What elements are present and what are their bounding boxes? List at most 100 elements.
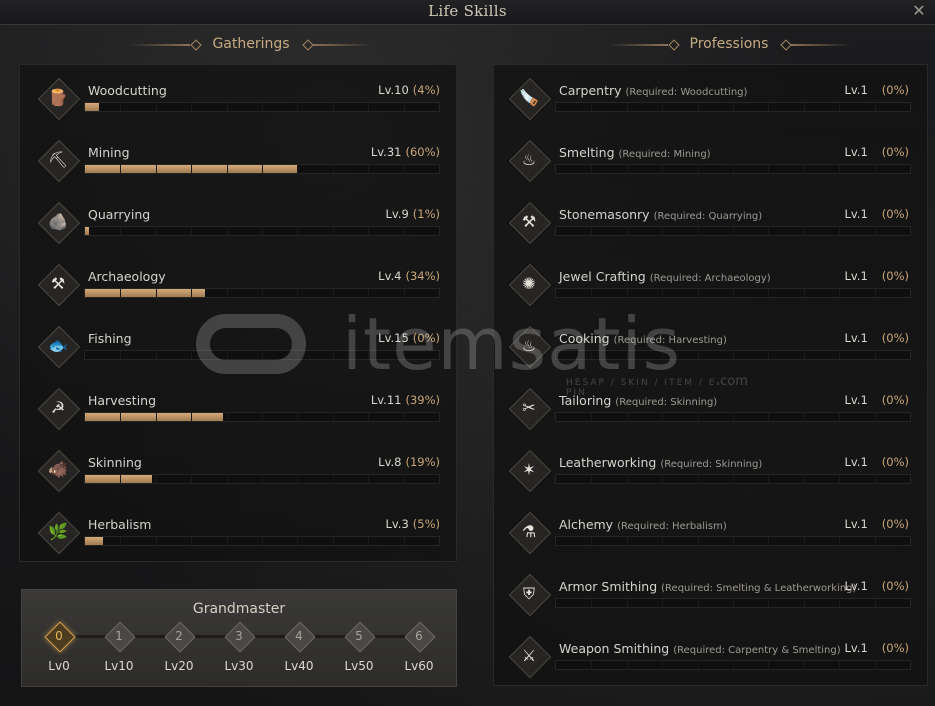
progress-bar [555,288,911,298]
progress-segment [697,351,699,359]
progress-bar [84,102,440,112]
gathering-row[interactable]: ⚒ Archaeology Lv.4 (34%) [30,256,444,316]
progress-segment [403,537,405,545]
icon-glyph: 🪵 [48,88,68,107]
progress-segment [733,289,734,297]
profession-requirement: (Required: Woodcutting) [625,87,748,98]
profession-row[interactable]: ✂ Tailoring (Required: Skinning) Lv.1 (0%) [501,380,915,440]
profession-row[interactable]: ⚗ Alchemy (Required: Herbalism) Lv.1 (0%) [501,504,915,564]
icon-glyph: 🪚 [519,88,539,107]
progress-bar [84,164,440,174]
progress-segment [697,413,699,421]
profession-row[interactable]: ⚒ Stonemasonry (Required: Quarrying) Lv.1 (0… [501,194,915,254]
profession-row[interactable]: ✶ Leatherworking (Required: Skinning) Lv.1 (… [501,442,915,502]
progress-segment [368,475,370,483]
progress-segment [803,599,805,607]
progress-segment [191,165,193,173]
level-percent: (34%) [405,269,440,283]
progress-segment [591,165,593,173]
progress-segment [155,351,157,359]
progress-segment [403,165,405,173]
needle-icon: ✂ [508,387,552,431]
tier-2-badge-icon[interactable]: 2 [164,621,196,653]
progress-segment [297,413,299,421]
progress-segment [803,289,805,297]
tier-number: 5 [355,629,363,643]
level-percent: (0%) [881,207,909,221]
tier-1-badge-icon[interactable]: 1 [104,621,136,653]
progress-segment [839,413,841,421]
progress-segment [591,227,593,235]
progress-bar [555,660,911,670]
level-percent: (0%) [412,331,440,345]
gathering-row[interactable]: 🪵 Woodcutting Lv.10 (4%) [30,70,444,130]
ornament-right [790,44,850,46]
profession-row[interactable]: ♨ Cooking (Required: Harvesting) Lv.1 (0%) [501,318,915,378]
progress-segment [662,289,664,297]
gathering-row[interactable]: ☭ Harvesting Lv.11 (39%) [30,380,444,440]
progress-segment [697,289,699,297]
progress-segment [332,227,334,235]
progress-segment [368,351,370,359]
stone-icon: 🪨 [37,201,81,245]
progress-segment [626,413,628,421]
close-icon[interactable]: ✕ [909,1,929,21]
progress-segment [733,475,734,483]
tier-0-badge-icon[interactable]: 0 [44,621,76,653]
progress-segment [226,537,228,545]
profession-row[interactable]: ⛨ Armor Smithing (Required: Smelting & Lea… [501,566,915,626]
progress-segment [874,475,876,483]
progress-segment [697,537,699,545]
gathering-row[interactable]: 🪨 Quarrying Lv.9 (1%) [30,194,444,254]
icon-glyph: ♨ [521,150,537,169]
level-value: Lv.1 [844,393,868,407]
profession-row[interactable]: ✺ Jewel Crafting (Required: Archaeology) Lv… [501,256,915,316]
tier-6-badge-icon[interactable]: 6 [404,621,436,653]
skill-name: Tailoring (Required: Skinning) [559,393,717,408]
progress-segment [874,103,876,111]
gathering-row[interactable]: 🌿 Herbalism Lv.3 (5%) [30,504,444,564]
gathering-row[interactable]: 🐟 Fishing Lv.15 (0%) [30,318,444,378]
progress-bar [84,226,440,236]
progress-segment [626,475,628,483]
progress-segment [768,165,770,173]
profession-row[interactable]: ⚔ Weapon Smithing (Required: Carpentry & S… [501,628,915,688]
progress-segment [262,227,263,235]
icon-glyph: ✶ [522,460,536,479]
level-percent: (0%) [881,455,909,469]
progress-segment [803,103,805,111]
level-percent: (60%) [405,145,440,159]
tier-3-badge-icon[interactable]: 3 [224,621,256,653]
progress-segment [874,661,876,669]
grandmaster-panel: Grandmaster 0 Lv0 1 Lv10 2 Lv20 3 Lv30 4 Lv40 5 Lv5… [21,589,457,687]
progress-segment [874,227,876,235]
profession-row[interactable]: ♨ Smelting (Required: Mining) Lv.1 (0%) [501,132,915,192]
progress-segment [368,227,370,235]
professions-title: Professions [689,36,769,52]
profession-name: Stonemasonry [559,207,650,222]
tier-4-badge-icon[interactable]: 4 [284,621,316,653]
progress-segment [697,227,699,235]
skill-level: Lv.11 (39%) [371,393,440,407]
level-value: Lv.9 [385,207,409,221]
skill-name: Carpentry (Required: Woodcutting) [559,83,747,98]
profession-name: Alchemy [559,517,614,532]
progress-segment [191,413,193,421]
progress-segment [332,475,334,483]
progress-segment [226,227,228,235]
progress-segment [155,289,157,297]
progress-segment [297,289,299,297]
progress-segment [768,103,770,111]
progress-segment [120,165,122,173]
progress-segment [803,351,805,359]
progress-segment [262,413,263,421]
icon-glyph: ⚒ [50,274,66,293]
gathering-row[interactable]: 🐗 Skinning Lv.8 (19%) [30,442,444,502]
progress-segment [191,475,193,483]
tier-label: Lv30 [224,659,254,673]
gathering-row[interactable]: ⛏ Mining Lv.31 (60%) [30,132,444,192]
tier-5-badge-icon[interactable]: 5 [344,621,376,653]
progress-segment [768,537,770,545]
progress-segment [839,103,841,111]
profession-row[interactable]: 🪚 Carpentry (Required: Woodcutting) Lv.1 (0%… [501,70,915,130]
